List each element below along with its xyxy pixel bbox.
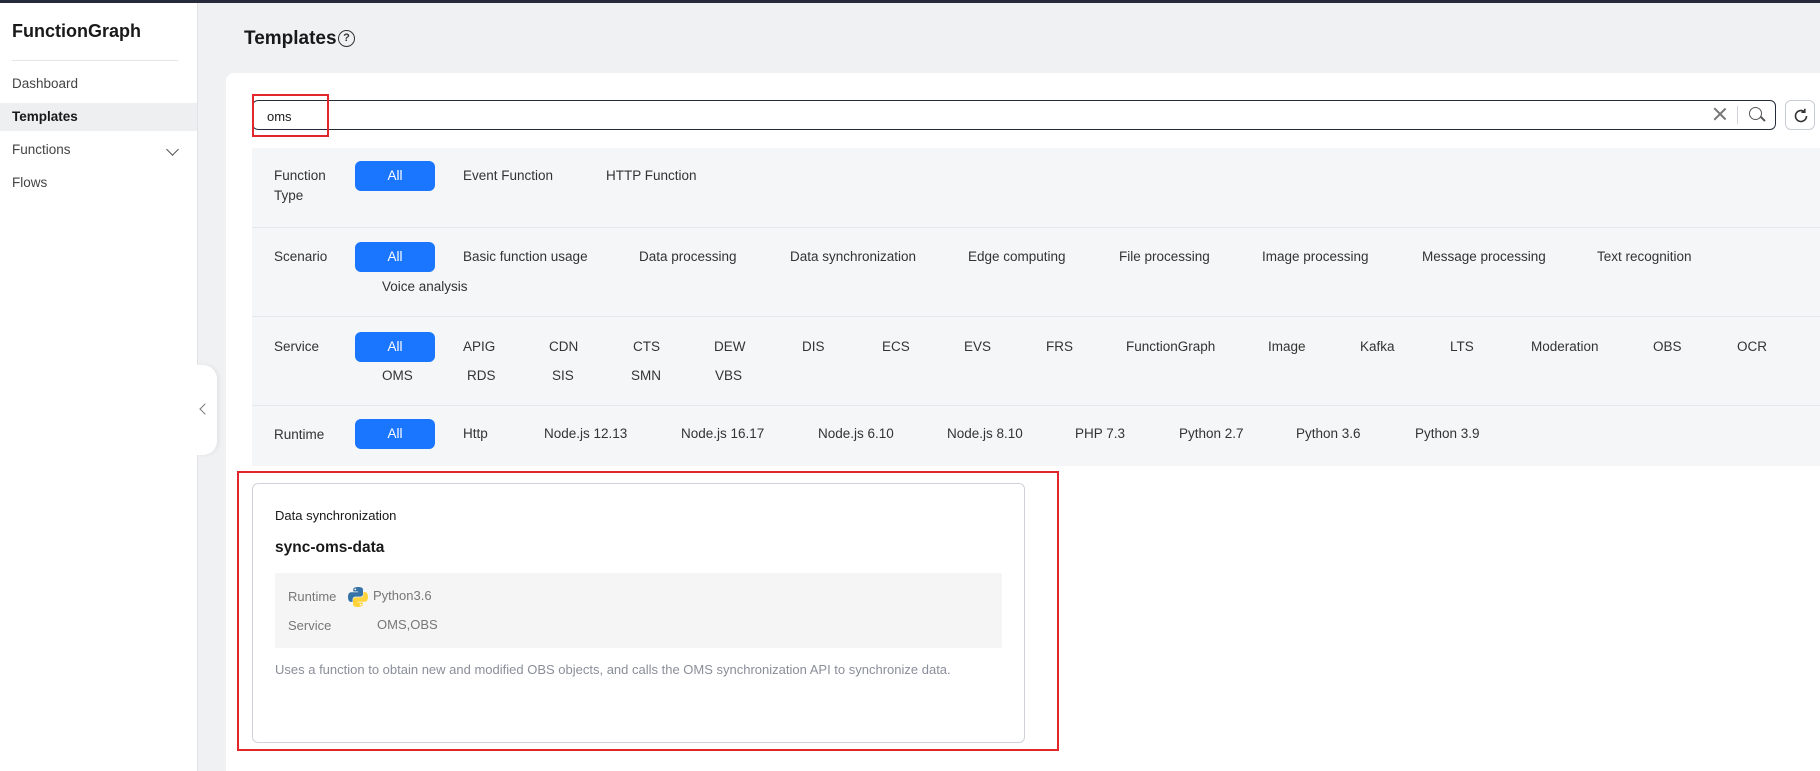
card-highlight-box: [237, 471, 1059, 751]
chevron-down-icon: [166, 143, 179, 156]
filter-label: Runtime: [274, 427, 325, 442]
filter-option[interactable]: Python 3.9: [1415, 419, 1480, 449]
filter-option[interactable]: Message processing: [1422, 242, 1546, 272]
filter-option[interactable]: Kafka: [1360, 332, 1395, 362]
filter-option[interactable]: File processing: [1119, 242, 1210, 272]
filter-option[interactable]: FunctionGraph: [1126, 332, 1215, 362]
filter-option-all[interactable]: All: [355, 242, 435, 272]
divider: [12, 60, 178, 61]
filter-option[interactable]: Edge computing: [968, 242, 1066, 272]
sidebar-item-functions[interactable]: Functions: [0, 136, 197, 164]
close-icon[interactable]: [1713, 107, 1727, 121]
filter-option[interactable]: FRS: [1046, 332, 1073, 362]
filter-option-all[interactable]: All: [355, 161, 435, 191]
filter-option[interactable]: VBS: [715, 361, 742, 391]
filter-label: Scenario: [274, 249, 328, 264]
page-title: Templates: [244, 28, 337, 49]
filter-option-all[interactable]: All: [355, 332, 435, 362]
sidebar-item-dashboard[interactable]: Dashboard: [0, 70, 197, 98]
sidebar-item-flows[interactable]: Flows: [0, 169, 197, 197]
filter-option[interactable]: Node.js 8.10: [947, 419, 1023, 449]
sidebar-item-templates[interactable]: Templates: [0, 103, 197, 131]
filter-option[interactable]: PHP 7.3: [1075, 419, 1125, 449]
filter-option[interactable]: Python 2.7: [1179, 419, 1244, 449]
filter-option[interactable]: APIG: [463, 332, 495, 362]
top-bar: [0, 0, 1820, 3]
filter-option[interactable]: Node.js 12.13: [544, 419, 627, 449]
refresh-button[interactable]: [1785, 100, 1815, 130]
search-input[interactable]: [265, 105, 1669, 127]
filter-option[interactable]: CDN: [549, 332, 578, 362]
filter-option[interactable]: DIS: [802, 332, 825, 362]
filter-option[interactable]: Python 3.6: [1296, 419, 1361, 449]
filter-option[interactable]: SIS: [552, 361, 574, 391]
filter-option[interactable]: Moderation: [1531, 332, 1599, 362]
filter-option[interactable]: HTTP Function: [606, 161, 697, 191]
sidebar-item-label: Functions: [12, 142, 71, 157]
sidebar: FunctionGraph Dashboard Templates Functi…: [0, 3, 198, 771]
filter-function-type: Function Type All Event Function HTTP Fu…: [252, 148, 1820, 228]
filter-option[interactable]: CTS: [633, 332, 660, 362]
filter-option[interactable]: OBS: [1653, 332, 1682, 362]
filter-label: Service: [274, 339, 320, 354]
filter-option[interactable]: SMN: [631, 361, 661, 391]
chevron-left-icon: [199, 403, 211, 415]
sidebar-collapse-button[interactable]: [197, 365, 217, 455]
refresh-icon: [1794, 108, 1808, 123]
filter-option[interactable]: Basic function usage: [463, 242, 588, 272]
filter-option[interactable]: OCR: [1737, 332, 1767, 362]
filter-option[interactable]: Node.js 6.10: [818, 419, 894, 449]
filter-option[interactable]: ECS: [882, 332, 910, 362]
filter-option[interactable]: Node.js 16.17: [681, 419, 764, 449]
filter-option[interactable]: Voice analysis: [382, 272, 468, 302]
filter-service: Service All APIG CDN CTS DEW DIS ECS EVS…: [252, 317, 1820, 406]
filter-option[interactable]: Event Function: [463, 161, 553, 191]
filter-scenario: Scenario All Basic function usage Data p…: [252, 228, 1820, 317]
filter-label: Function Type: [274, 168, 326, 203]
filter-option[interactable]: DEW: [714, 332, 746, 362]
filter-runtime: Runtime All Http Node.js 12.13 Node.js 1…: [252, 406, 1820, 466]
filter-option[interactable]: Image processing: [1262, 242, 1369, 272]
search-box: [252, 100, 1776, 130]
filter-option[interactable]: Http: [463, 419, 488, 449]
filter-option[interactable]: LTS: [1450, 332, 1474, 362]
search-icon[interactable]: [1749, 107, 1762, 120]
divider: [1737, 106, 1738, 124]
filter-option[interactable]: EVS: [964, 332, 991, 362]
filter-option[interactable]: OMS: [382, 361, 413, 391]
filter-option[interactable]: Image: [1268, 332, 1306, 362]
filter-option[interactable]: Data synchronization: [790, 242, 916, 272]
app-title: FunctionGraph: [12, 21, 141, 41]
help-icon[interactable]: ?: [338, 30, 355, 47]
filter-option[interactable]: Data processing: [639, 242, 737, 272]
filter-option-all[interactable]: All: [355, 419, 435, 449]
filter-option[interactable]: Text recognition: [1597, 242, 1692, 272]
search-highlight-box: [252, 94, 329, 137]
filter-option[interactable]: RDS: [467, 361, 496, 391]
